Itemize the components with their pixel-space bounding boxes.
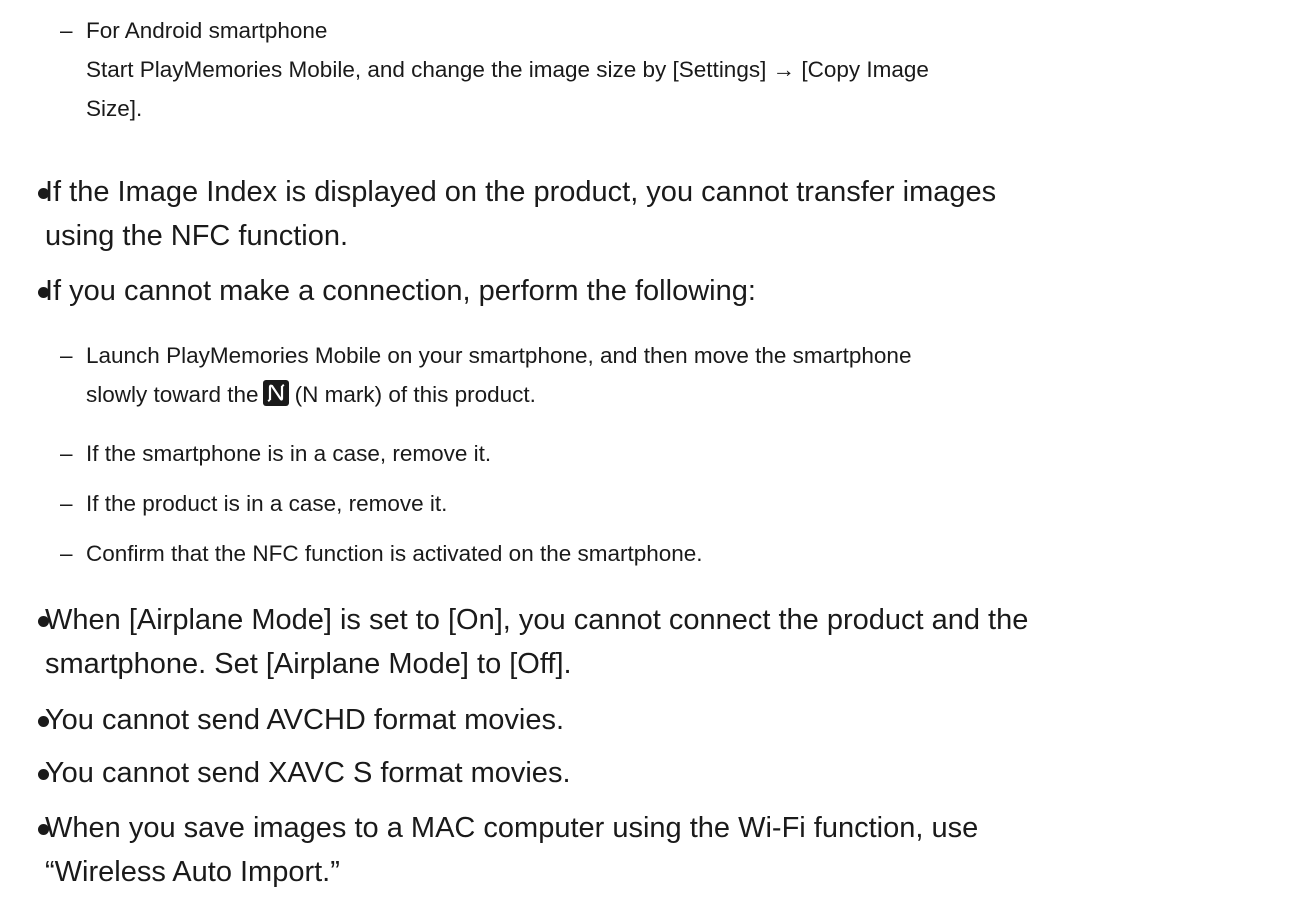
dash-marker: – xyxy=(60,441,73,466)
bullet-avchd: You cannot send AVCHD format movies. xyxy=(28,698,564,742)
dash-marker: – xyxy=(60,18,73,43)
nfc-n-mark-icon xyxy=(262,379,289,418)
bullet-dot-icon xyxy=(38,188,49,199)
step-launch-line2-before: slowly toward the xyxy=(86,382,259,407)
help-page: – For Android smartphone Start PlayMemori… xyxy=(0,0,1295,899)
bullet-airplane-mode: When [Airplane Mode] is set to [On], you… xyxy=(28,598,1028,686)
bullet-dot-icon xyxy=(38,769,49,780)
dash-marker: – xyxy=(60,343,73,368)
bullet-mac-import: When you save images to a MAC computer u… xyxy=(28,806,978,894)
android-subitem-line2: Size]. xyxy=(86,96,143,121)
bullet-text-line1: If the Image Index is displayed on the p… xyxy=(45,176,997,208)
step-launch-line2-after: (N mark) of this product. xyxy=(294,382,536,407)
step-text: If the product is in a case, remove it. xyxy=(86,491,448,516)
bullet-xavc: You cannot send XAVC S format movies. xyxy=(28,751,571,795)
bullet-image-index: If the Image Index is displayed on the p… xyxy=(28,170,996,258)
step-text: Confirm that the NFC function is activat… xyxy=(86,541,703,566)
bullet-text: You cannot send XAVC S format movies. xyxy=(45,757,571,789)
step-product-case: – If the product is in a case, remove it. xyxy=(60,484,447,523)
step-launch-line2: slowly toward the (N mark) of this produc… xyxy=(60,375,911,418)
android-subitem-line1: Start PlayMemories Mobile, and change th… xyxy=(86,57,929,82)
bullet-text-line2: “Wireless Auto Import.” xyxy=(45,856,340,888)
bullet-dot-icon xyxy=(38,716,49,727)
dash-marker: – xyxy=(60,541,73,566)
step-text: If the smartphone is in a case, remove i… xyxy=(86,441,492,466)
android-subitem: – For Android smartphone Start PlayMemori… xyxy=(60,11,929,128)
step-launch-line1: Launch PlayMemories Mobile on your smart… xyxy=(86,343,912,368)
bullet-dot-icon xyxy=(38,287,49,298)
bullet-text: You cannot send AVCHD format movies. xyxy=(45,704,565,736)
bullet-cannot-connect: If you cannot make a connection, perform… xyxy=(28,269,756,313)
bullet-dot-icon xyxy=(38,824,49,835)
step-launch-app: – Launch PlayMemories Mobile on your smar… xyxy=(60,336,911,418)
bullet-text-line1: When [Airplane Mode] is set to [On], you… xyxy=(45,604,1029,636)
bullet-dot-icon xyxy=(38,616,49,627)
bullet-text-line2: using the NFC function. xyxy=(45,220,349,252)
bullet-text: If you cannot make a connection, perform… xyxy=(45,275,756,307)
bullet-text-line1: When you save images to a MAC computer u… xyxy=(45,812,979,844)
android-subitem-title: For Android smartphone xyxy=(86,18,328,43)
step-confirm-nfc: – Confirm that the NFC function is activa… xyxy=(60,534,703,573)
bullet-text-line2: smartphone. Set [Airplane Mode] to [Off]… xyxy=(45,648,572,680)
step-smartphone-case: – If the smartphone is in a case, remove … xyxy=(60,434,491,473)
dash-marker: – xyxy=(60,491,73,516)
